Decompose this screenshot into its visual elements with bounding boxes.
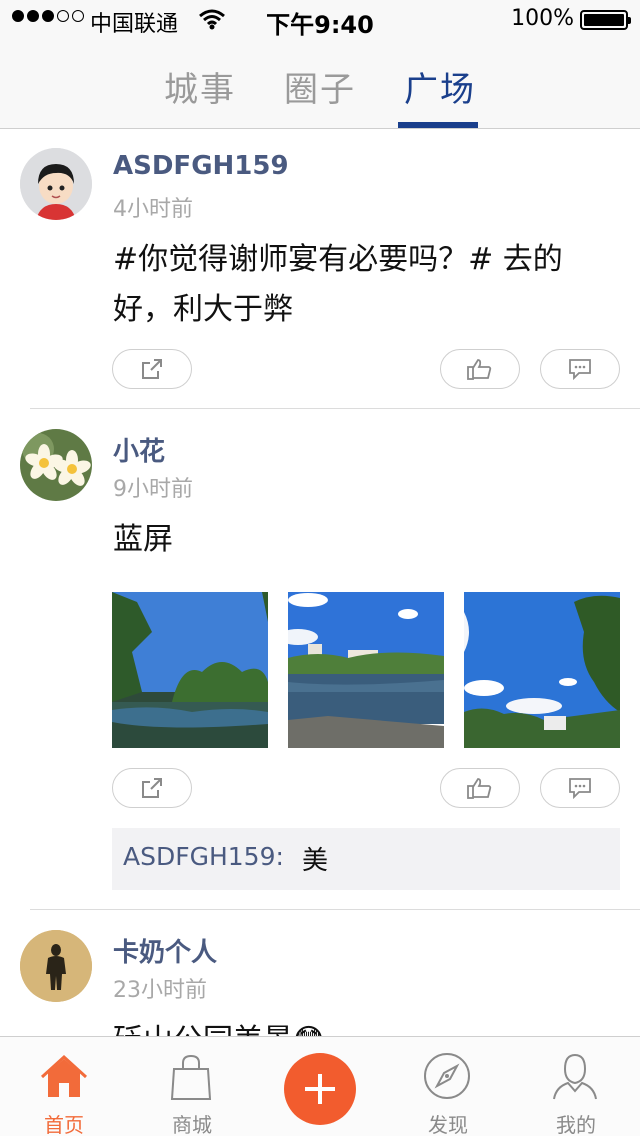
share-button[interactable] (112, 768, 192, 808)
post-username[interactable]: 卡奶个人 (113, 932, 217, 969)
carrier-name: 中国联通 (90, 12, 179, 37)
tab-city-events[interactable]: 城事 (164, 62, 236, 111)
feed[interactable]: ASDFGH159 4小时前 #你觉得谢师宴有必要吗？# 去的好，利大于弊 小花… (0, 129, 640, 1036)
battery-icon (580, 10, 631, 30)
avatar[interactable] (20, 429, 92, 501)
battery-percent: 100% (511, 6, 574, 31)
comment-text: 美 (302, 846, 329, 876)
tab-circles[interactable]: 圈子 (284, 62, 356, 111)
nav-label: 商城 (172, 1113, 212, 1136)
post-time: 9小时前 (113, 477, 193, 502)
avatar[interactable] (20, 930, 92, 1002)
like-button[interactable] (440, 349, 520, 389)
active-tab-indicator (398, 122, 478, 128)
photo-grid (0, 592, 640, 748)
post-content: 砭山公园美景😳 (113, 1016, 613, 1036)
shopping-bag-icon (166, 1053, 216, 1107)
wifi-icon (198, 8, 226, 34)
like-button[interactable] (440, 768, 520, 808)
home-icon (38, 1051, 90, 1107)
post-content: 蓝屏 (113, 522, 173, 557)
post-time: 4小时前 (113, 197, 193, 222)
post-button[interactable] (284, 1053, 356, 1125)
compass-icon (422, 1051, 472, 1105)
top-tab-bar: 城事 圈子 广场 (0, 40, 640, 129)
signal-strength-icon (12, 10, 84, 22)
share-icon (142, 778, 162, 798)
comment-icon (569, 778, 591, 800)
comment-button[interactable] (540, 349, 620, 389)
comment-item[interactable]: ASDFGH159: 美 (112, 828, 620, 890)
nav-home[interactable]: 首页 (0, 1037, 128, 1136)
nav-label: 发现 (428, 1113, 468, 1136)
share-icon (142, 359, 162, 379)
comment-button[interactable] (540, 768, 620, 808)
nav-mall[interactable]: 商城 (128, 1037, 256, 1136)
avatar[interactable] (20, 148, 92, 220)
post-photo[interactable] (464, 592, 620, 748)
nav-label: 我的 (556, 1113, 596, 1136)
user-icon (550, 1051, 600, 1105)
plus-icon (305, 1074, 335, 1104)
post-card: 卡奶个人 23小时前 砭山公园美景😳 (0, 910, 640, 1036)
post-card: 小花 9小时前 蓝屏 ASDFGH159: 美 (0, 409, 640, 910)
nav-discover[interactable]: 发现 (384, 1037, 512, 1136)
post-content: #你觉得谢师宴有必要吗？# 去的好，利大于弊 (113, 242, 563, 327)
nav-me[interactable]: 我的 (512, 1037, 640, 1136)
status-bar: 中国联通 下午9:40 100% (0, 0, 640, 40)
comment-icon (569, 359, 591, 381)
post-photo[interactable] (288, 592, 444, 748)
nav-label: 首页 (44, 1113, 84, 1136)
thumbs-up-icon (467, 778, 492, 799)
bottom-nav: 首页 商城 发现 我的 (0, 1036, 640, 1136)
post-time: 23小时前 (113, 978, 207, 1003)
comment-username[interactable]: ASDFGH159: (123, 842, 284, 871)
post-username[interactable]: ASDFGH159 (113, 151, 289, 181)
thumbs-up-icon (467, 359, 492, 380)
share-button[interactable] (112, 349, 192, 389)
tab-plaza[interactable]: 广场 (404, 62, 476, 111)
post-photo[interactable] (112, 592, 268, 748)
post-card: ASDFGH159 4小时前 #你觉得谢师宴有必要吗？# 去的好，利大于弊 (0, 129, 640, 409)
post-username[interactable]: 小花 (113, 431, 165, 468)
